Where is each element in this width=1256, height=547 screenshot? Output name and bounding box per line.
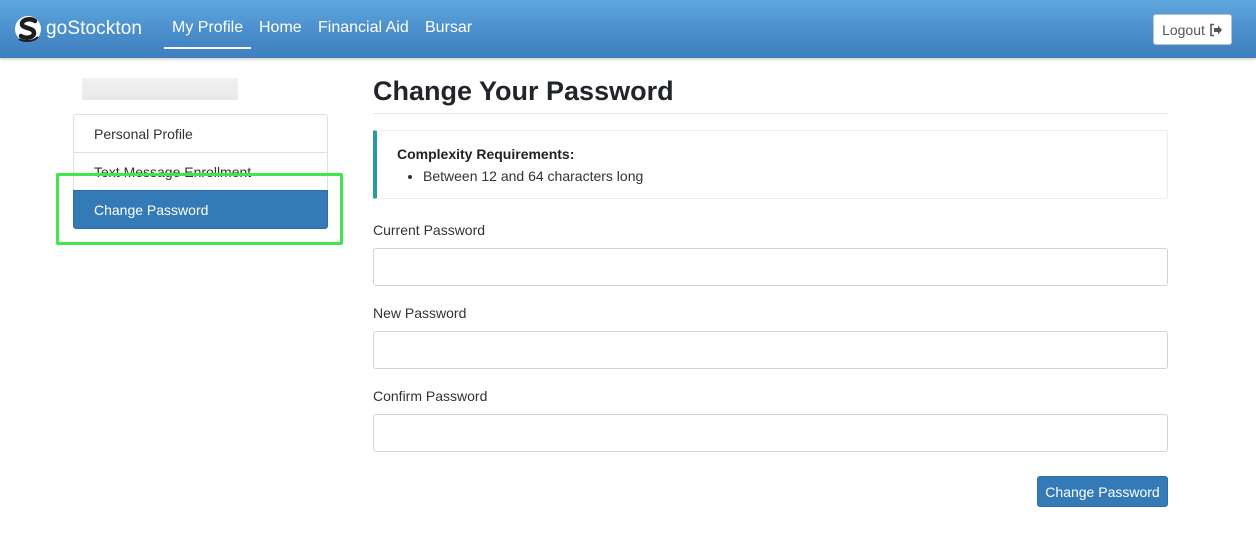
- nav-financial-aid[interactable]: Financial Aid: [318, 19, 409, 37]
- new-password-input[interactable]: [373, 331, 1168, 369]
- confirm-password-input[interactable]: [373, 414, 1168, 452]
- user-name-placeholder: [82, 78, 238, 100]
- confirm-password-label: Confirm Password: [373, 388, 488, 404]
- brand-home-link[interactable]: goStockton: [14, 12, 142, 46]
- current-password-label: Current Password: [373, 222, 486, 238]
- title-divider: [373, 113, 1168, 114]
- requirements-list: Between 12 and 64 characters long: [423, 168, 643, 184]
- sidebar-item-personal-profile[interactable]: Personal Profile: [73, 114, 328, 153]
- page-title: Change Your Password: [373, 76, 674, 106]
- sign-out-icon: [1210, 23, 1222, 36]
- sidebar-item-change-password[interactable]: Change Password: [73, 190, 328, 229]
- nav-home[interactable]: Home: [259, 19, 302, 37]
- requirement-item: Between 12 and 64 characters long: [423, 168, 643, 184]
- nav-bursar[interactable]: Bursar: [425, 19, 472, 37]
- current-password-input[interactable]: [373, 248, 1168, 286]
- new-password-label: New Password: [373, 305, 467, 321]
- complexity-requirements-callout: Complexity Requirements: Between 12 and …: [373, 130, 1168, 199]
- requirements-heading: Complexity Requirements:: [397, 146, 575, 162]
- logout-button[interactable]: Logout: [1153, 14, 1232, 45]
- top-navbar: goStockton My Profile Home Financial Aid…: [0, 0, 1256, 58]
- stockton-logo-icon: [15, 16, 41, 43]
- logout-label: Logout: [1162, 21, 1205, 38]
- sidebar-item-text-message-enrollment[interactable]: Text Message Enrollment: [73, 152, 328, 191]
- nav-my-profile[interactable]: My Profile: [163, 19, 252, 49]
- brand-name: goStockton: [46, 18, 143, 39]
- change-password-button[interactable]: Change Password: [1037, 476, 1168, 507]
